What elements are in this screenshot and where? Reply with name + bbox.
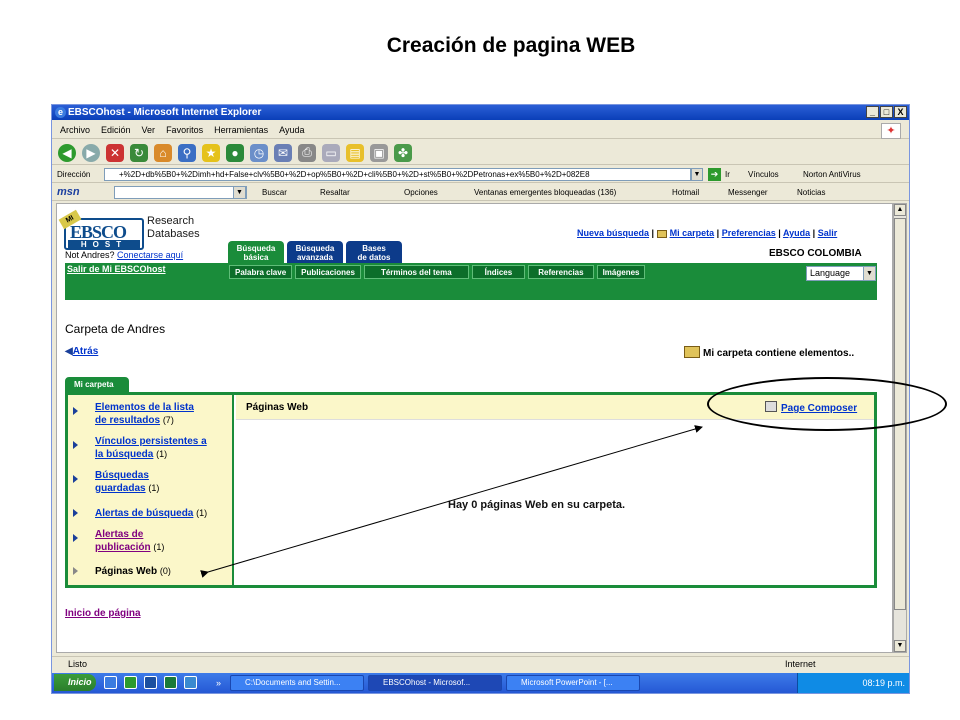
annotation-arrow [200, 425, 703, 578]
